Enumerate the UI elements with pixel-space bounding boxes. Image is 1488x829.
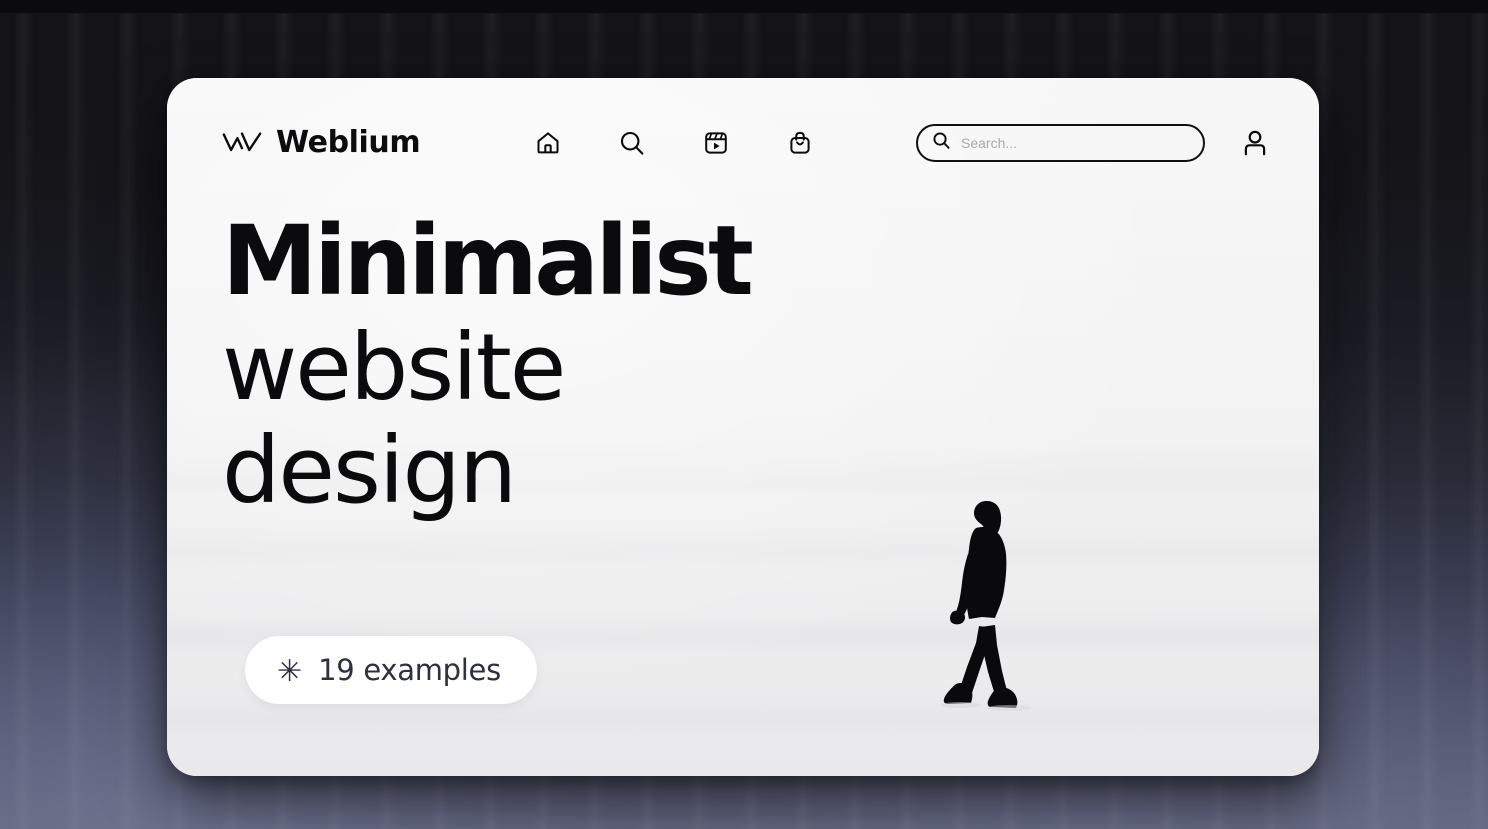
- headline-line-2: website: [222, 313, 566, 421]
- walking-person-silhouette: [927, 498, 1047, 713]
- search-icon: [932, 131, 951, 155]
- video-player-icon[interactable]: [701, 128, 731, 158]
- website-preview-card: Weblium Search... Minimalist website des…: [167, 78, 1319, 776]
- asterisk-icon: ✳: [277, 654, 303, 689]
- brand-logo[interactable]: Weblium: [222, 125, 421, 160]
- header-actions: [916, 124, 1271, 162]
- primary-nav: [533, 128, 815, 158]
- user-account-icon[interactable]: [1239, 127, 1271, 159]
- headline-line-3: design: [222, 416, 517, 524]
- hero-headline: Minimalist website design: [222, 205, 922, 524]
- examples-badge[interactable]: ✳ 19 examples: [245, 636, 537, 704]
- search-icon[interactable]: [617, 128, 647, 158]
- top-black-bar: [0, 0, 1488, 13]
- shopping-bag-icon[interactable]: [785, 128, 815, 158]
- screen: Weblium Search... Minimalist website des…: [0, 0, 1488, 829]
- home-icon[interactable]: [533, 128, 563, 158]
- site-header: Weblium: [167, 78, 1319, 208]
- weblium-w-mark-icon: [222, 130, 262, 156]
- search-box[interactable]: [916, 124, 1205, 162]
- examples-badge-label: 19 examples: [318, 652, 501, 687]
- headline-line-1: Minimalist: [222, 205, 754, 317]
- search-input[interactable]: [961, 135, 1189, 151]
- brand-name: Weblium: [276, 125, 421, 160]
